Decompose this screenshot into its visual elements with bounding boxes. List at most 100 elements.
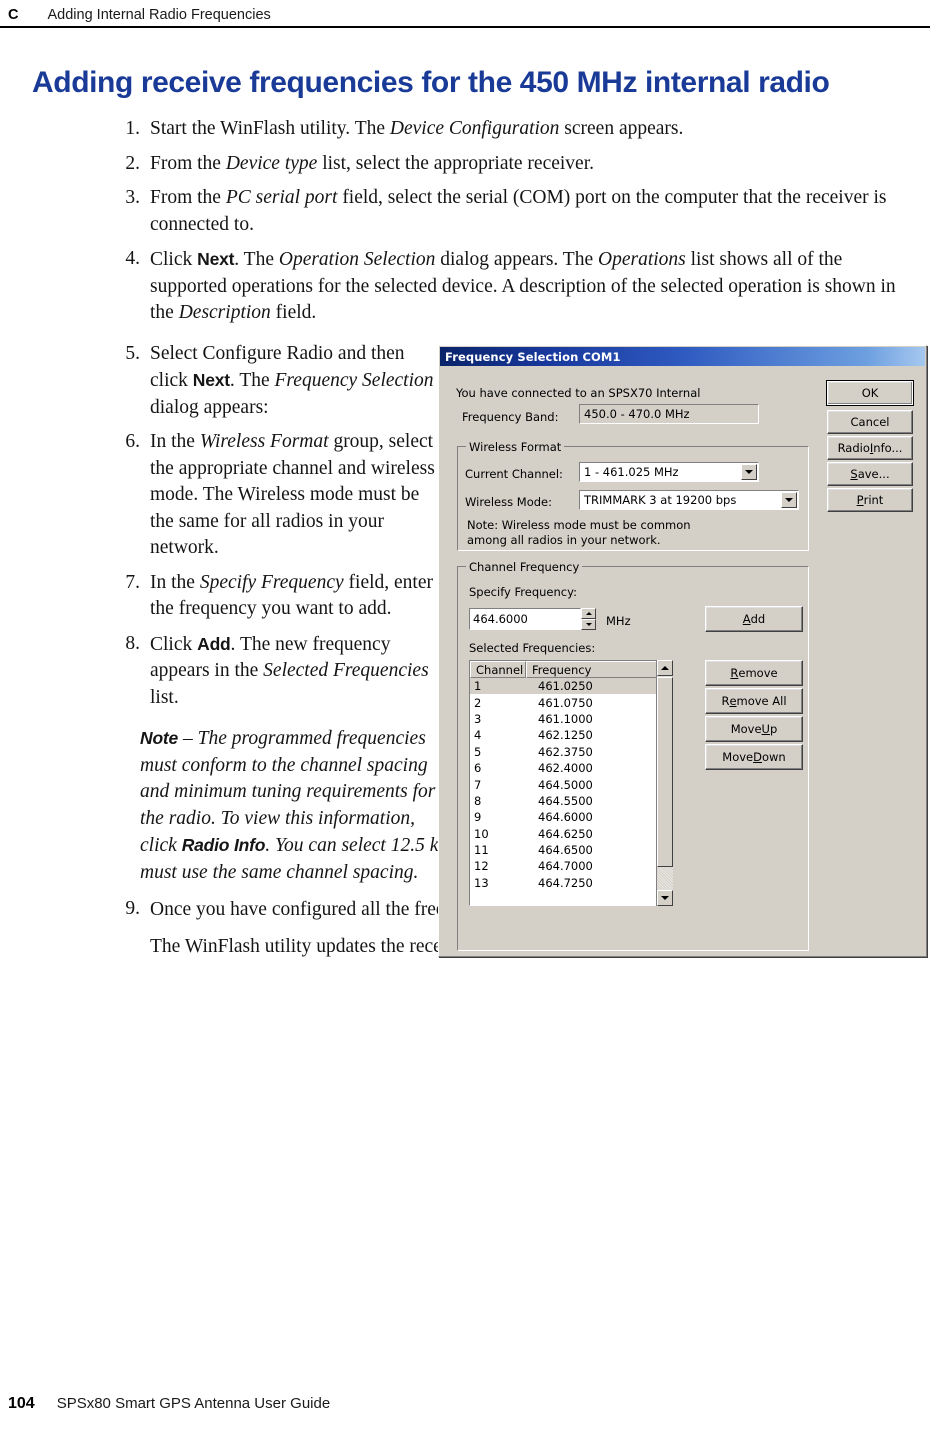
table-row[interactable]: 12 464.7000 [470,858,672,874]
cell-frequency: 462.4000 [538,761,593,776]
running-header: C Adding Internal Radio Frequencies [0,0,930,34]
frequency-spinner[interactable] [581,608,596,630]
remove-all-button[interactable]: Re move All [705,688,803,714]
column-header-frequency[interactable]: Frequency [526,661,657,678]
current-channel-label: Current Channel: [465,467,563,481]
header-rule [0,26,930,28]
cell-channel: 11 [474,843,489,858]
step-text: In the Specify Frequency field, enter th… [150,571,433,620]
step-text: Click Next. The Operation Selection dial… [150,249,896,323]
cell-frequency: 461.0750 [538,695,593,710]
step-number: 2. [125,152,140,174]
table-row[interactable]: 2 461.0750 [470,694,672,710]
step-number: 6. [125,431,140,452]
list-item: 6. In the Wireless Format group, select … [125,429,440,562]
specify-frequency-label: Specify Frequency: [469,585,577,599]
table-row[interactable]: 3 461.1000 [470,711,672,727]
cell-frequency: 464.6500 [538,843,593,858]
frequency-units-label: MHz [606,614,631,628]
chevron-down-icon[interactable] [741,464,757,480]
remove-button[interactable]: Remove [705,660,803,686]
frequency-band-value: 450.0 - 470.0 MHz [579,404,759,424]
step-text: In the Wireless Format group, select the… [150,431,435,558]
wireless-mode-note-line1: Note: Wireless mode must be common [467,518,691,532]
cell-frequency: 464.7000 [538,859,593,874]
table-row[interactable]: 9 464.6000 [470,809,672,825]
step-text: From the Device type list, select the ap… [150,152,594,174]
step-text: Click Add. The new frequency appears in … [150,633,429,708]
table-row[interactable]: 7 464.5000 [470,776,672,792]
spinner-up-icon[interactable] [581,608,596,619]
frequency-selection-dialog: Frequency Selection COM1 You have connec… [438,345,927,957]
document-title: SPSx80 Smart GPS Antenna User Guide [56,1395,331,1412]
cell-channel: 4 [474,728,482,743]
table-row[interactable]: 4 462.1250 [470,727,672,743]
channel-frequency-group-label: Channel Frequency [466,560,583,574]
column-header-channel[interactable]: Channel [470,661,526,678]
cell-frequency: 464.5000 [538,777,593,792]
note-block: Note – The programmed frequencies must c… [140,728,436,829]
chevron-down-icon[interactable] [781,492,797,508]
table-row[interactable]: 5 462.3750 [470,744,672,760]
print-button[interactable]: Print [827,488,913,512]
list-item: 1. Start the WinFlash utility. The Devic… [125,116,920,143]
frequency-band-label: Frequency Band: [462,410,559,424]
table-row[interactable]: 10 464.6250 [470,826,672,842]
cell-frequency: 462.1250 [538,728,593,743]
step-text: From the PC serial port field, select th… [150,187,887,235]
chapter-title: Adding Internal Radio Frequencies [47,7,271,23]
wireless-mode-label: Wireless Mode: [465,495,552,509]
cell-channel: 10 [474,826,489,841]
wireless-mode-note-line2: among all radios in your network. [467,533,661,547]
move-down-button[interactable]: Move Down [705,744,803,770]
current-channel-combo[interactable]: 1 - 461.025 MHz [579,462,759,482]
step-number: 4. [125,248,140,269]
list-header-row: Channel Frequency [470,661,672,678]
page-number: 104 [8,1395,35,1412]
cell-frequency: 461.0250 [538,679,593,694]
page-title: Adding receive frequencies for the 450 M… [32,66,830,99]
list-item: 5. Select Configure Radio and then click… [125,341,440,422]
move-up-button[interactable]: Move Up [705,716,803,742]
cell-channel: 5 [474,744,482,759]
table-row[interactable]: 1 461.0250 [470,678,672,695]
dialog-titlebar[interactable]: Frequency Selection COM1 [440,347,925,366]
table-row[interactable]: 13 464.7250 [470,875,672,891]
table-row[interactable]: 6 462.4000 [470,760,672,776]
add-button[interactable]: Add [705,606,803,632]
list-item: 7. In the Specify Frequency field, enter… [125,570,440,623]
cell-channel: 6 [474,761,482,776]
cell-frequency: 464.6000 [538,810,593,825]
scrollbar-thumb[interactable] [657,677,673,867]
radio-info-button[interactable]: Radio Info... [827,436,913,460]
dialog-title: Frequency Selection COM1 [445,349,621,364]
step-number: 3. [125,187,140,208]
cell-frequency: 461.1000 [538,711,593,726]
cancel-button[interactable]: Cancel [827,410,913,434]
step-text: Select Configure Radio and then click Ne… [150,342,434,418]
cell-frequency: 462.3750 [538,744,593,759]
scroll-up-icon[interactable] [657,660,673,676]
save-button[interactable]: Save... [827,462,913,486]
selected-frequencies-list[interactable]: Channel Frequency 1 461.0250 2 461.0750 3 461… [469,660,673,906]
cell-channel: 3 [474,711,482,726]
cell-channel: 13 [474,875,489,890]
table-row[interactable]: 8 464.5500 [470,793,672,809]
wireless-mode-value: TRIMMARK 3 at 19200 bps [584,493,737,507]
selected-frequencies-label: Selected Frequencies: [469,641,596,655]
table-row[interactable]: 11 464.6500 [470,842,672,858]
step-number: 7. [125,571,140,593]
list-item: 8. Click Add. The new frequency appears … [125,631,440,712]
step-text: Start the WinFlash utility. The Device C… [150,118,684,139]
specify-frequency-input[interactable]: 464.6000 [469,608,581,630]
list-vertical-scrollbar[interactable] [656,660,673,906]
wireless-mode-combo[interactable]: TRIMMARK 3 at 19200 bps [579,490,799,510]
spinner-down-icon[interactable] [581,619,596,630]
wireless-format-group-label: Wireless Format [466,440,565,454]
cell-frequency: 464.5500 [538,793,593,808]
cell-channel: 2 [474,695,482,710]
ok-button[interactable]: OK [826,380,914,406]
scroll-down-icon[interactable] [657,890,673,906]
chapter-letter: C [8,7,19,23]
list-item: 3. From the PC serial port field, select… [125,185,920,238]
